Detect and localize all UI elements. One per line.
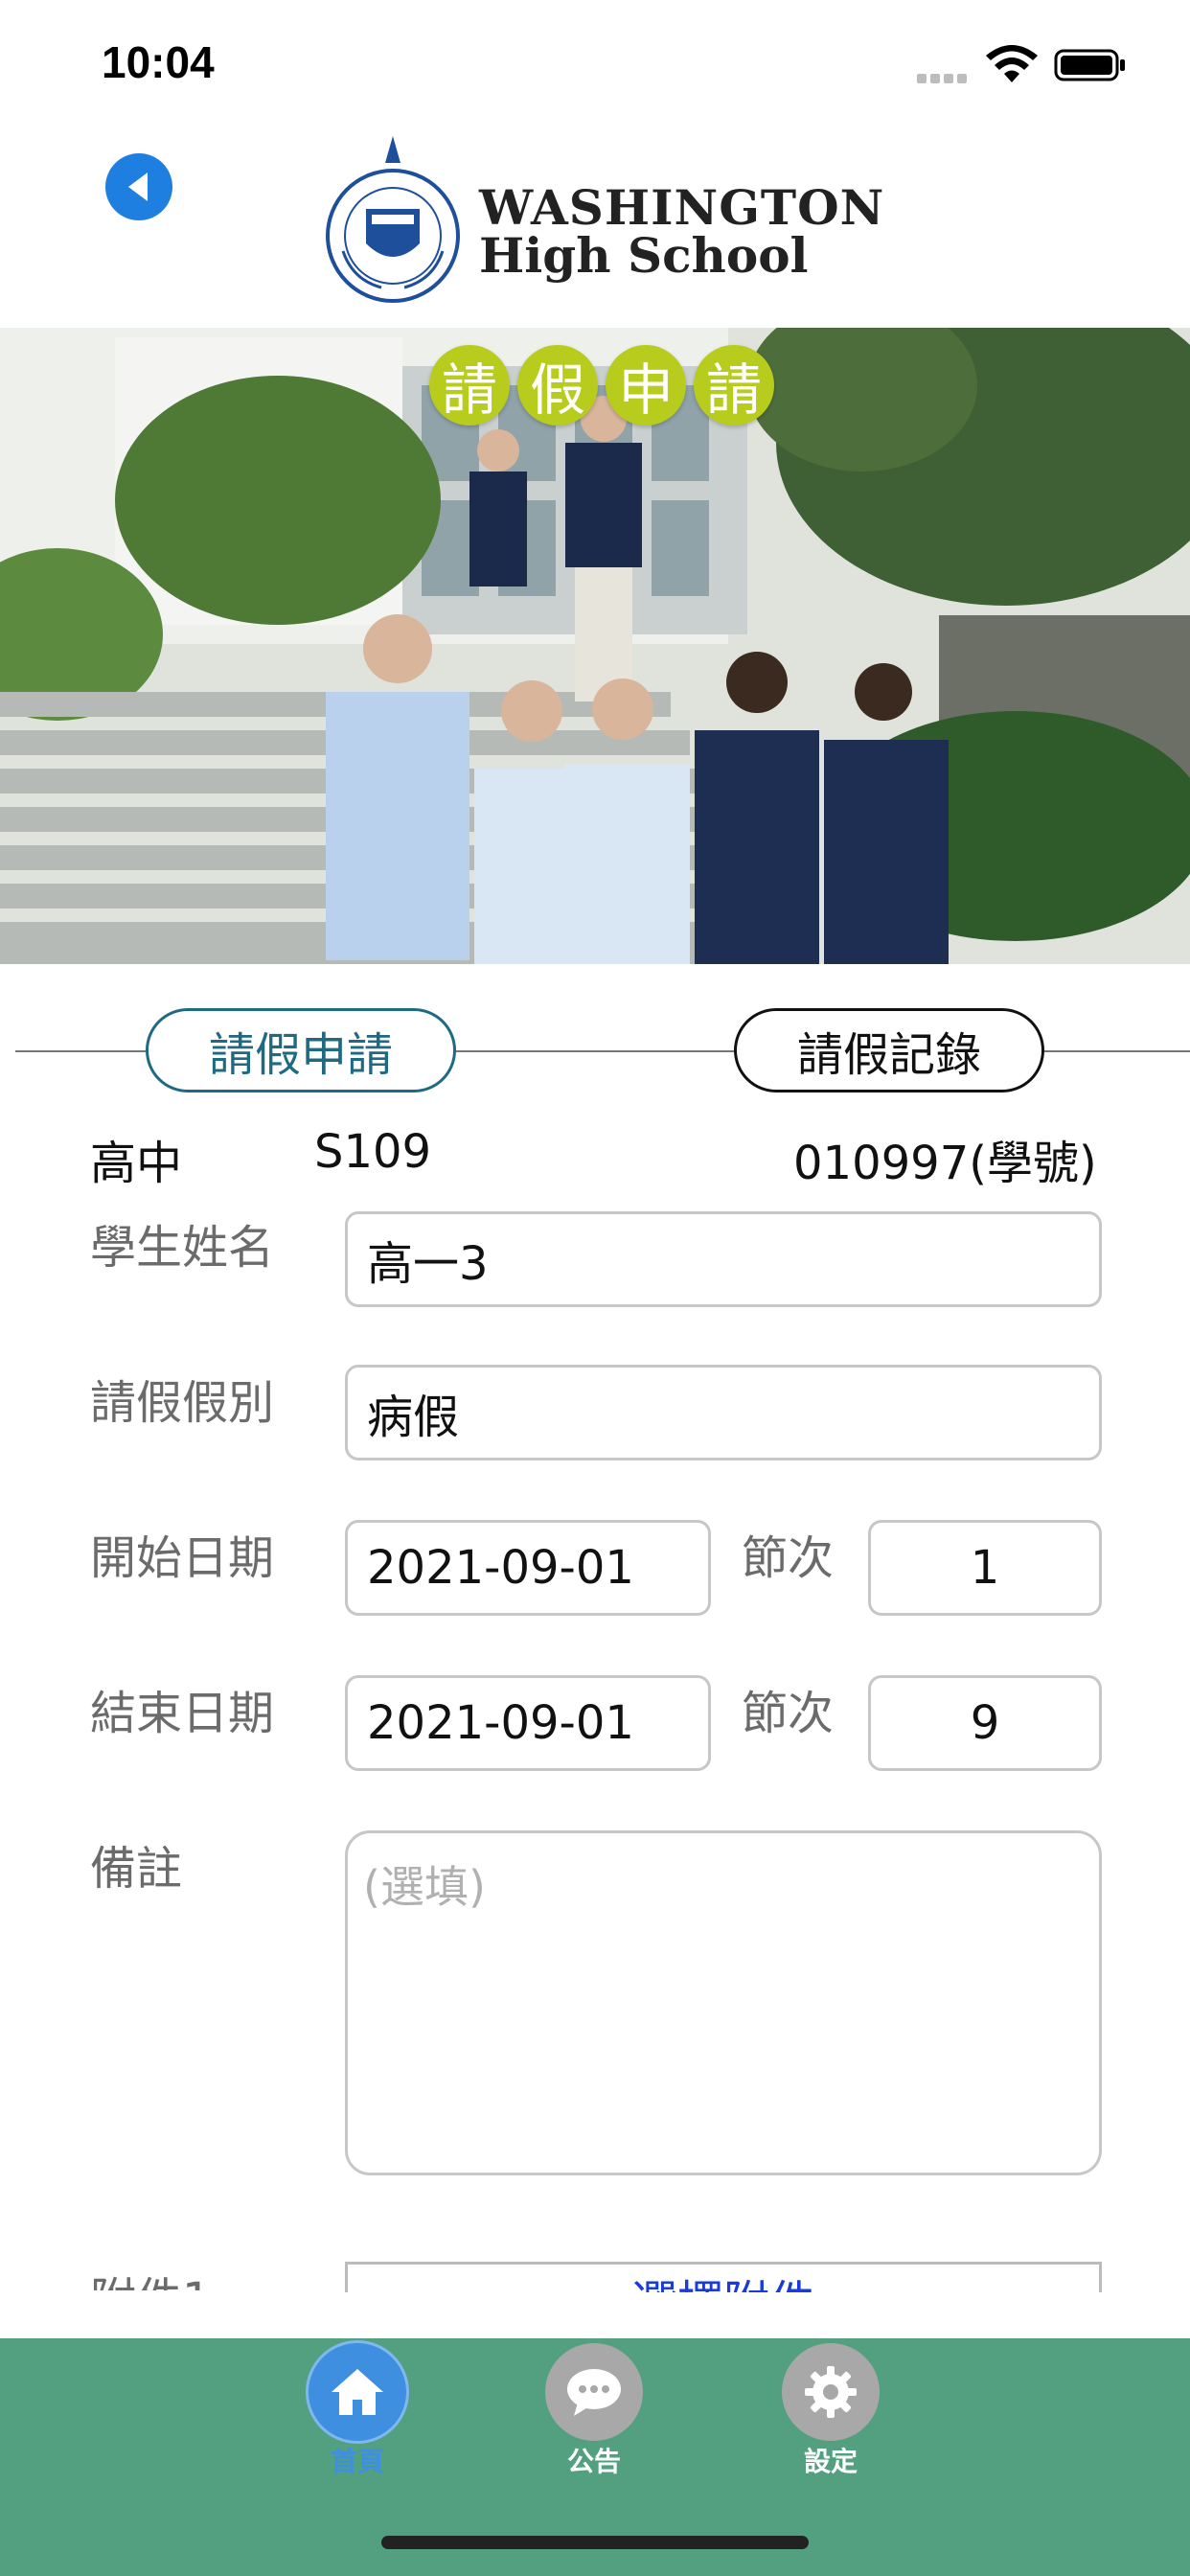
student-id: 010997(學號) xyxy=(793,1137,1097,1190)
start-date-field[interactable]: 2021-09-01 xyxy=(345,1520,711,1616)
cellular-signal-icon xyxy=(917,69,974,83)
tabbar-announcements[interactable]: 公告 xyxy=(537,2343,652,2479)
start-date-label: 開始日期 xyxy=(90,1531,275,1585)
end-date-field[interactable]: 2021-09-01 xyxy=(345,1675,711,1771)
end-period-label: 節次 xyxy=(742,1687,835,1740)
school-name-line1: WASHINGTON xyxy=(479,179,885,236)
end-period-field[interactable]: 9 xyxy=(868,1675,1102,1771)
tabbar-announcements-label: 公告 xyxy=(566,2446,621,2477)
chat-bubble-icon xyxy=(545,2343,643,2441)
hero-title-char: 請 xyxy=(694,345,774,426)
tabbar-settings-label: 設定 xyxy=(803,2446,858,2477)
school-seal-logo xyxy=(326,136,460,303)
hero-title: 請 假 申 請 xyxy=(429,345,774,426)
hero-title-char: 請 xyxy=(429,345,510,426)
battery-icon xyxy=(1054,49,1125,81)
hero-photo: 請 假 申 請 xyxy=(0,328,1190,964)
gear-icon xyxy=(782,2343,880,2441)
student-name-label: 學生姓名 xyxy=(90,1221,275,1275)
start-period-label: 節次 xyxy=(742,1531,835,1585)
tabbar-home-label: 首頁 xyxy=(330,2446,384,2477)
leave-type-label: 請假假別 xyxy=(90,1376,275,1430)
tabbar-settings[interactable]: 設定 xyxy=(773,2343,888,2479)
tab-leave-application[interactable]: 請假申請 xyxy=(146,1008,456,1092)
end-date-label: 結束日期 xyxy=(90,1687,275,1740)
back-button[interactable] xyxy=(105,153,172,220)
class-code: S109 xyxy=(314,1125,432,1179)
wifi-icon xyxy=(986,45,1038,82)
status-bar: 10:04 xyxy=(0,0,1190,125)
back-arrow-icon xyxy=(128,172,148,201)
note-label: 備註 xyxy=(90,1842,183,1896)
app-header: WASHINGTON High School xyxy=(0,125,1190,328)
school-level: 高中 xyxy=(90,1137,183,1190)
tabbar-home[interactable]: 首頁 xyxy=(300,2343,415,2479)
school-name: WASHINGTON High School xyxy=(479,184,884,280)
choose-attachment-button[interactable]: 選擇附件 xyxy=(345,2262,1102,2292)
tab-leave-records[interactable]: 請假記錄 xyxy=(734,1008,1044,1092)
student-info-row: 高中 S109 010997(學號) xyxy=(0,1119,1190,1190)
leave-type-field[interactable]: 病假 xyxy=(345,1365,1102,1460)
note-textarea[interactable]: (選填) xyxy=(345,1830,1102,2175)
attachment-label: 附件1 xyxy=(90,2262,212,2290)
hero-title-char: 假 xyxy=(517,345,598,426)
start-period-field[interactable]: 1 xyxy=(868,1520,1102,1616)
status-time: 10:04 xyxy=(102,37,215,87)
home-indicator xyxy=(381,2536,809,2549)
home-icon xyxy=(309,2343,406,2441)
hero-title-char: 申 xyxy=(606,345,686,426)
student-name-field[interactable]: 高一3 xyxy=(345,1211,1102,1307)
school-name-line2: High School xyxy=(479,227,809,284)
segment-tabs: 請假申請 請假記錄 xyxy=(0,1006,1190,1094)
